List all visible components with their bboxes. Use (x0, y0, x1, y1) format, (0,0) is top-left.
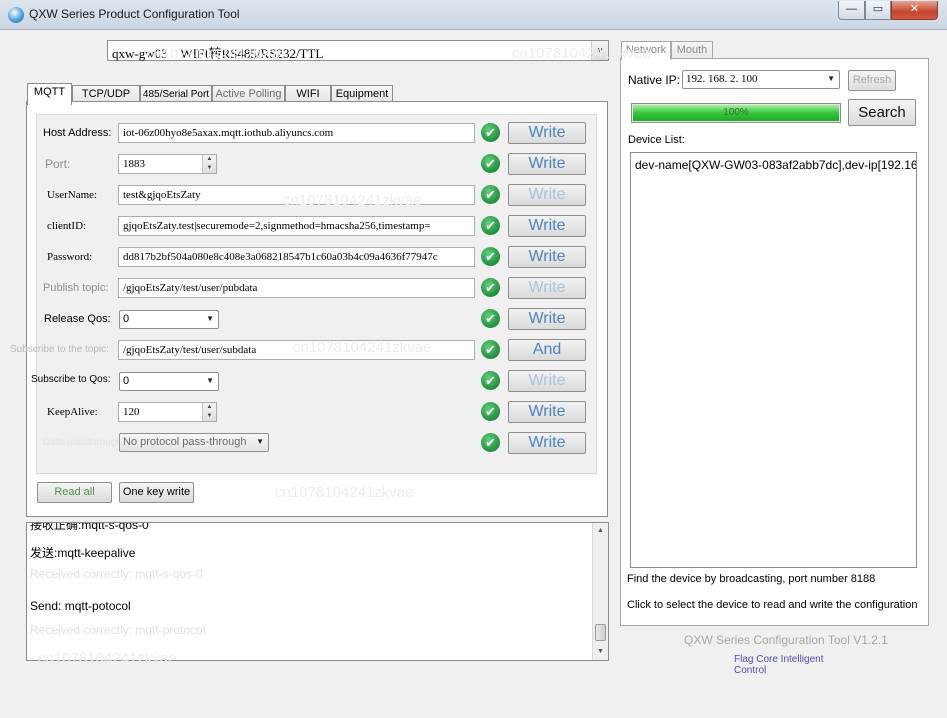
spin-up-icon[interactable]: ▲ (203, 155, 216, 164)
check-icon: ✔ (481, 154, 500, 173)
scroll-up-icon[interactable]: ▲ (593, 523, 608, 539)
password-label: Password: (47, 251, 93, 263)
check-icon: ✔ (481, 402, 500, 421)
check-icon: ✔ (481, 278, 500, 297)
keepalive-label: KeepAlive: (47, 406, 98, 418)
refresh-button[interactable]: Refresh (848, 70, 896, 91)
write-port-button[interactable]: Write (508, 153, 586, 175)
subscribe-qos-value: 0 (123, 375, 130, 387)
release-qos-select[interactable]: 0 ▼ (119, 310, 219, 329)
host-address-label: Host Address: (43, 127, 112, 139)
subscribe-topic-input[interactable]: /gjqoEtsZaty/test/user/subdata (118, 340, 475, 360)
title-bar: QXW Series Product Configuration Tool — … (0, 0, 947, 30)
password-input[interactable]: dd817b2bf504a080e8c408e3a068218547b1c60a… (118, 247, 475, 267)
keepalive-value: 120 (123, 406, 140, 418)
scroll-thumb[interactable] (595, 624, 606, 641)
model-select[interactable]: qxw-gw03 WIFI转RS485/RS232/TTL ▼ (107, 40, 609, 61)
passthrough-label: Data passthrough (43, 437, 122, 448)
publish-topic-label: Publish topic: (43, 282, 109, 294)
chevron-down-icon: ▼ (206, 314, 214, 323)
chevron-down-icon: ▼ (827, 74, 835, 83)
spin-up-icon[interactable]: ▲ (203, 403, 216, 412)
window-title: QXW Series Product Configuration Tool (29, 7, 240, 21)
chevron-down-icon: ▼ (591, 41, 608, 60)
write-keepalive-button[interactable]: Write (508, 401, 586, 423)
check-icon: ✔ (481, 340, 500, 359)
write-clientid-button[interactable]: Write (508, 215, 586, 237)
app-globe-icon (8, 7, 24, 23)
check-icon: ✔ (481, 123, 500, 142)
tab-mqtt[interactable]: MQTT (27, 83, 72, 105)
keepalive-stepper[interactable]: 120 ▲ ▼ (118, 402, 217, 422)
write-password-button[interactable]: Write (508, 246, 586, 268)
one-key-write-button[interactable]: One key write (119, 482, 194, 503)
subscribe-topic-label: Subscribe to the topic: (10, 344, 109, 355)
log-line: Send: mqtt-potocol (30, 599, 131, 613)
clientid-label: clientID: (47, 220, 87, 232)
broadcast-hint: Find the device by broadcasting, port nu… (627, 573, 876, 585)
version-label: QXW Series Configuration Tool V1.2.1 (684, 633, 888, 647)
check-icon: ✔ (481, 371, 500, 390)
log-line: Received correctly: mqtt-protocol (30, 623, 206, 637)
check-icon: ✔ (481, 247, 500, 266)
native-ip-label: Native IP: (628, 73, 681, 87)
release-qos-label: Release Qos: (44, 313, 111, 325)
write-release-qos-button[interactable]: Write (508, 308, 586, 330)
release-qos-value: 0 (123, 313, 130, 325)
publish-topic-input[interactable]: /gjqoEtsZaty/test/user/pubdata (118, 278, 475, 298)
device-list-label: Device List: (628, 134, 685, 146)
spin-down-icon[interactable]: ▼ (203, 412, 216, 421)
check-icon: ✔ (481, 309, 500, 328)
minimize-button[interactable]: — (838, 1, 865, 20)
native-ip-value: 192. 168. 2. 100 (686, 73, 758, 85)
spin-buttons[interactable]: ▲ ▼ (202, 403, 216, 421)
close-button[interactable]: ✕ (891, 1, 938, 20)
check-icon: ✔ (481, 433, 500, 452)
device-list-item[interactable]: dev-name[QXW-GW03-083af2abb7dc],dev-ip[1… (635, 158, 916, 172)
check-icon: ✔ (481, 216, 500, 235)
read-all-button[interactable]: Read all (37, 482, 112, 503)
log-line: 接收正确:mqtt-s-qos-0 (30, 522, 149, 532)
subscribe-qos-select[interactable]: 0 ▼ (119, 372, 219, 391)
host-address-input[interactable]: iot-06z00hyo8e5axax.mqtt.iothub.aliyuncs… (118, 123, 475, 143)
username-label: UserName: (47, 189, 98, 201)
model-select-value: qxw-gw03 WIFI转RS485/RS232/TTL (112, 46, 324, 61)
chevron-down-icon: ▼ (206, 376, 214, 385)
scroll-down-icon[interactable]: ▼ (593, 644, 608, 660)
log-output[interactable]: 接收正确:mqtt-s-qos-0 发送:mqtt-keepalive Rece… (26, 522, 609, 661)
clientid-input[interactable]: gjqoEtsZaty.test|securemode=2,signmethod… (118, 216, 475, 236)
company-label: Flag Core Intelligent Control (734, 654, 824, 676)
port-value: 1883 (123, 158, 145, 170)
port-label: Port: (45, 157, 71, 171)
username-input[interactable]: test&gjqoEtsZaty (118, 185, 475, 205)
write-subscribe-topic-button[interactable]: And (508, 339, 586, 361)
subscribe-qos-label: Subscribe to Qos: (31, 374, 111, 385)
maximize-button[interactable]: ▭ (865, 1, 891, 20)
progress-percent: 100% (723, 107, 749, 118)
check-icon: ✔ (481, 185, 500, 204)
write-username-button[interactable]: Write (508, 184, 586, 206)
log-line: Received correctly: mqtt-s-qos-0 (30, 567, 203, 581)
passthrough-select[interactable]: No protocol pass-through ▼ (119, 433, 269, 452)
spin-down-icon[interactable]: ▼ (203, 164, 216, 173)
chevron-down-icon: ▼ (256, 437, 264, 446)
write-host-button[interactable]: Write (508, 122, 586, 144)
device-list[interactable]: dev-name[QXW-GW03-083af2abb7dc],dev-ip[1… (630, 152, 917, 568)
spin-buttons[interactable]: ▲ ▼ (202, 155, 216, 173)
write-publish-topic-button[interactable]: Write (508, 277, 586, 299)
log-scrollbar[interactable]: ▲ ▼ (592, 523, 608, 660)
write-subscribe-qos-button[interactable]: Write (508, 370, 586, 392)
native-ip-select[interactable]: 192. 168. 2. 100 ▼ (682, 70, 840, 89)
search-button[interactable]: Search (848, 99, 916, 126)
click-hint: Click to select the device to read and w… (627, 599, 918, 611)
passthrough-value: No protocol pass-through (123, 436, 247, 448)
log-line: 发送:mqtt-keepalive (30, 546, 136, 560)
tab-mouth[interactable]: Mouth (671, 41, 713, 59)
write-passthrough-button[interactable]: Write (508, 432, 586, 454)
progress-bar: 100% (631, 103, 841, 123)
tab-network[interactable]: Network (621, 41, 671, 60)
port-stepper[interactable]: 1883 ▲ ▼ (118, 154, 217, 174)
